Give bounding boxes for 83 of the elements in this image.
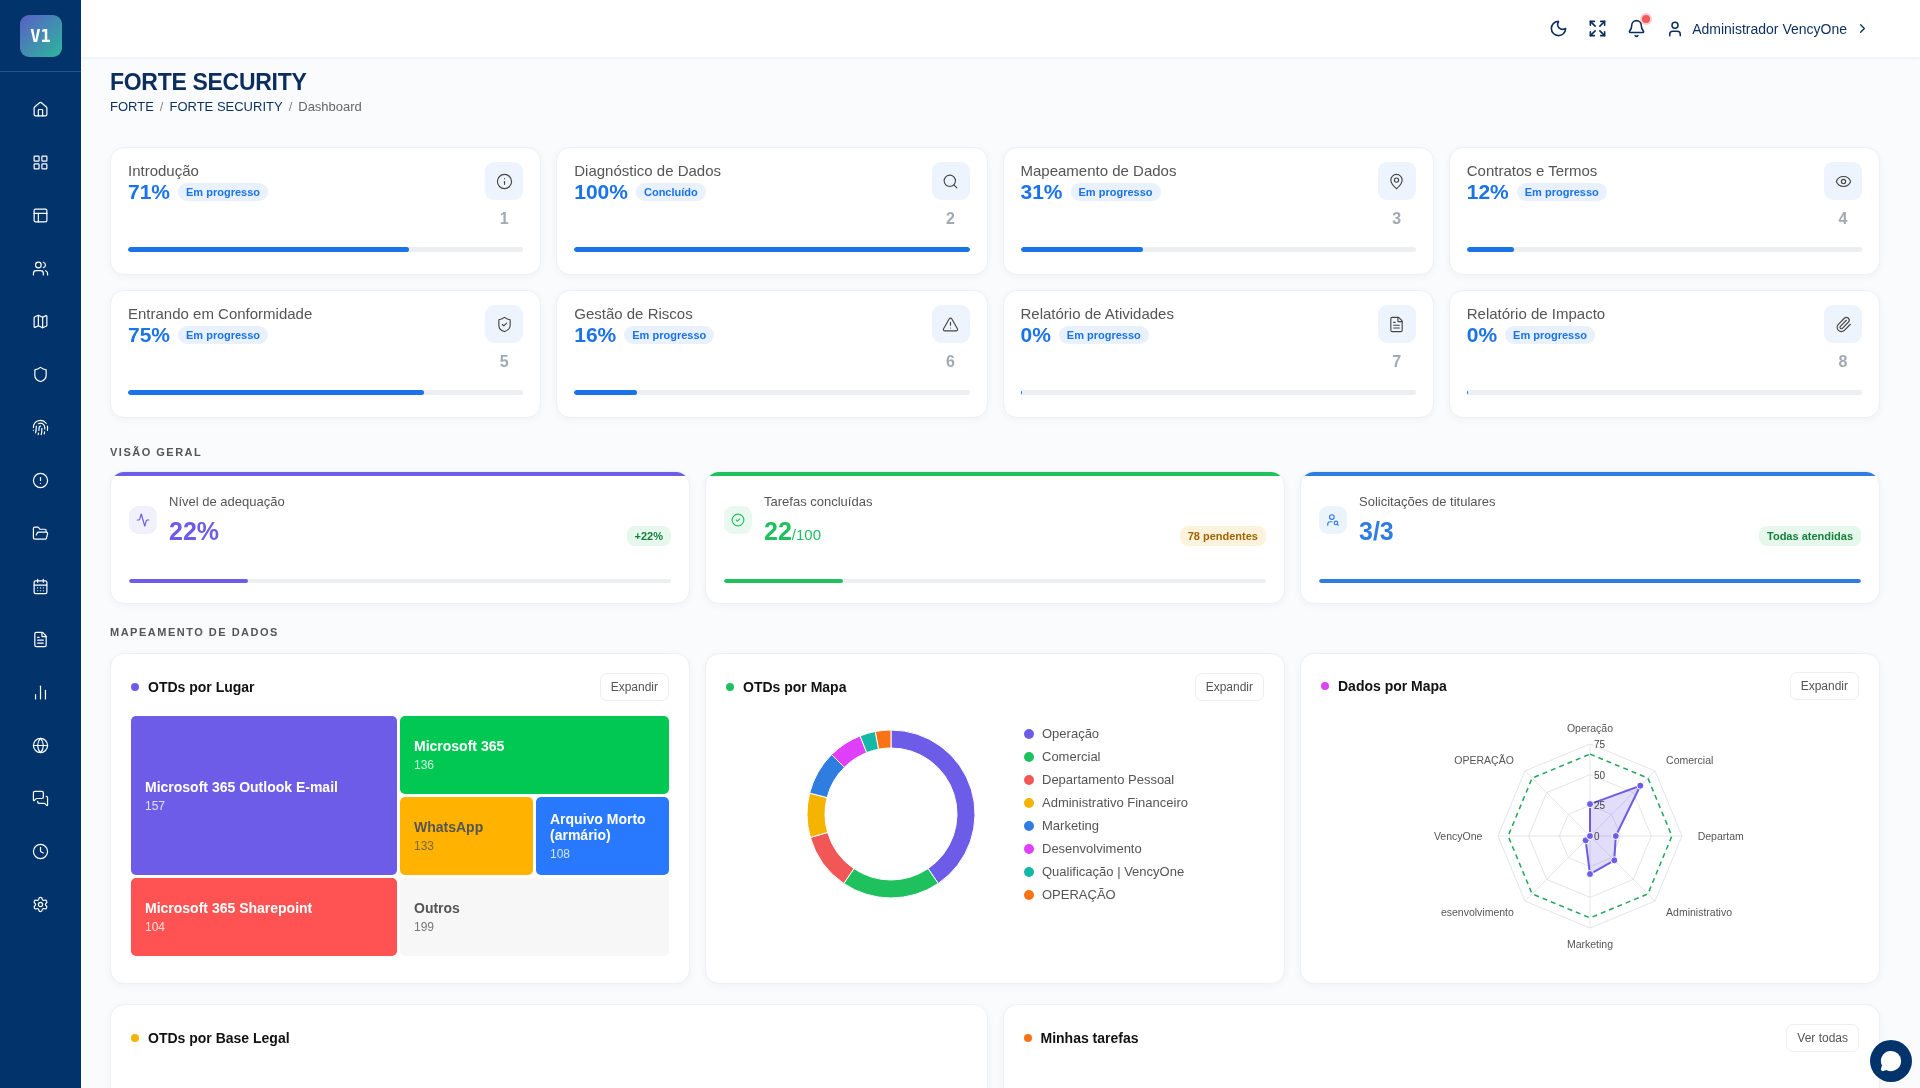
breadcrumb-separator: / <box>159 99 164 114</box>
tick-label: 25 <box>1594 800 1606 812</box>
tile-label: Outros <box>414 900 461 916</box>
metric-badge: 78 pendentes <box>1179 526 1266 546</box>
metric-value: 22% <box>169 517 221 546</box>
panel-title: Minhas tarefas <box>1040 1030 1139 1046</box>
chart-title: Dados por Mapa <box>1338 678 1447 694</box>
module-title: Mapeamento de Dados <box>1020 162 1177 179</box>
module-number: 2 <box>946 210 955 228</box>
axis-label: Comercial <box>1666 753 1714 766</box>
metric-label: Nível de adequação <box>169 494 286 509</box>
module-number: 5 <box>499 353 509 371</box>
axis-label: Departam <box>1697 830 1744 842</box>
status-badge: Em progresso <box>1058 326 1149 344</box>
module-title: Introdução <box>128 162 200 179</box>
module-title: Relatório de Atividades <box>1020 305 1174 322</box>
status-badge: Em progresso <box>178 326 268 344</box>
module-percent: 31% <box>1020 180 1063 204</box>
module-percent: 12% <box>1466 180 1509 204</box>
tile-value: 133 <box>414 839 436 853</box>
tile-value: 157 <box>145 798 167 813</box>
chart-title: OTDs por Mapa <box>743 679 847 695</box>
tick-label: 50 <box>1594 769 1606 781</box>
module-title: Relatório de Impacto <box>1466 305 1606 322</box>
status-badge: Concluído <box>635 183 706 201</box>
section-heading: VISÃO GERAL <box>110 446 204 458</box>
status-badge: Em progresso <box>1505 326 1596 344</box>
metric-label: Solicitações de titulares <box>1359 494 1497 509</box>
legend-label: OPERAÇÃO <box>1042 887 1116 902</box>
tile-value: 108 <box>550 847 572 861</box>
axis-label: esenvolvimento <box>1440 906 1514 919</box>
status-badge: Em progresso <box>1516 183 1607 201</box>
chart-title: OTDs por Lugar <box>148 679 255 695</box>
tile-label: Microsoft 365 Outlook E-mail <box>145 778 339 795</box>
module-number: 4 <box>1838 210 1848 228</box>
metric-value: 22/100 <box>764 517 822 546</box>
module-title: Contratos e Termos <box>1466 162 1599 179</box>
module-number: 1 <box>499 210 509 228</box>
tile-label: Microsoft 365 Sharepoint <box>145 900 314 916</box>
module-percent: 16% <box>574 323 617 347</box>
legend-label: Qualificação | VencyOne <box>1042 864 1185 879</box>
axis-label: OPERAÇÃO <box>1454 753 1514 766</box>
metric-badge: +22% <box>626 526 671 546</box>
tile-value: 136 <box>414 758 436 772</box>
section-heading: MAPEAMENTO DE DADOS <box>110 626 280 638</box>
module-title: Entrando em Conformidade <box>128 305 313 322</box>
axis-label: Operação <box>1566 722 1614 735</box>
tile-label: Arquivo Morto (armário) <box>550 811 647 843</box>
tile-value: 104 <box>145 920 167 934</box>
module-number: 7 <box>1392 353 1402 371</box>
module-number: 3 <box>1392 210 1402 228</box>
axis-label: Marketing <box>1566 937 1614 950</box>
legend-label: Marketing <box>1042 818 1100 833</box>
module-percent: 75% <box>128 323 171 347</box>
module-number: 8 <box>1838 353 1848 371</box>
tile-label: WhatsApp <box>414 819 485 835</box>
legend-label: Comercial <box>1042 749 1101 764</box>
breadcrumb-separator: / <box>288 99 293 114</box>
legend-label: Desenvolvimento <box>1042 841 1142 856</box>
module-percent: 100% <box>574 180 628 204</box>
legend-label: Operação <box>1042 726 1100 741</box>
axis-label: VencyOne <box>1433 830 1483 842</box>
metric-badge: Todas atendidas <box>1759 526 1861 546</box>
tile-value: 199 <box>414 920 436 934</box>
status-badge: Em progresso <box>624 326 715 344</box>
axis-label: Administrativo <box>1666 906 1733 919</box>
module-percent: 0% <box>1020 323 1051 347</box>
legend-label: Departamento Pessoal <box>1042 772 1175 787</box>
module-title: Diagnóstico de Dados <box>574 162 721 179</box>
module-number: 6 <box>946 353 955 371</box>
legend-label: Administrativo Financeiro <box>1042 795 1188 810</box>
module-percent: 0% <box>1466 323 1498 347</box>
metric-label: Tarefas concluídas <box>764 494 874 509</box>
status-badge: Em progresso <box>178 183 268 201</box>
module-percent: 71% <box>128 180 171 204</box>
page-title: FORTE SECURITY <box>110 69 308 96</box>
status-badge: Em progresso <box>1070 183 1161 201</box>
panel-title: OTDs por Base Legal <box>148 1030 290 1046</box>
tile-label: Microsoft 365 <box>414 738 506 754</box>
metric-value: 3/3 <box>1359 517 1395 546</box>
tick-label: 75 <box>1594 739 1606 750</box>
module-title: Gestão de Riscos <box>574 305 694 322</box>
tick-label: 0 <box>1594 831 1600 842</box>
